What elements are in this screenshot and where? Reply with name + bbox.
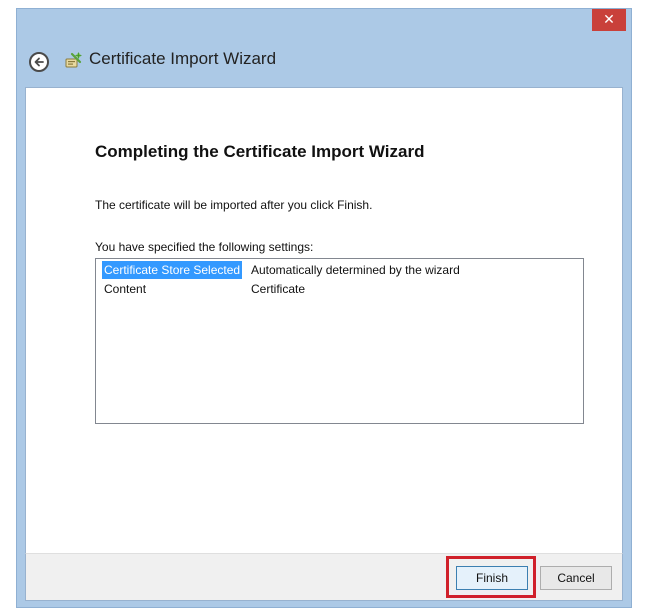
settings-key: Content <box>104 282 147 296</box>
close-button[interactable]: ✕ <box>592 9 626 31</box>
window-title: Certificate Import Wizard <box>89 49 277 68</box>
settings-list[interactable]: Certificate Store Selected Automatically… <box>95 258 584 424</box>
wizard-content: Completing the Certificate Import Wizard… <box>25 87 623 553</box>
certificate-wizard-icon <box>63 51 83 71</box>
settings-row[interactable]: Certificate Store Selected Automatically… <box>102 261 572 279</box>
settings-value: Certificate <box>251 282 306 296</box>
settings-label: You have specified the following setting… <box>95 240 314 254</box>
back-button[interactable] <box>29 52 49 72</box>
back-arrow-icon <box>34 57 44 67</box>
settings-row[interactable]: Content Certificate <box>102 280 572 298</box>
wizard-footer: Finish Cancel <box>25 553 623 601</box>
finish-button[interactable]: Finish <box>456 566 528 590</box>
page-heading: Completing the Certificate Import Wizard <box>95 142 425 161</box>
close-icon: ✕ <box>603 12 615 28</box>
settings-value: Automatically determined by the wizard <box>251 263 460 277</box>
settings-key: Certificate Store Selected <box>102 261 243 279</box>
cancel-button[interactable]: Cancel <box>540 566 612 590</box>
wizard-window: ✕ Certificate Import Wizard Completing t… <box>16 8 632 608</box>
page-description: The certificate will be imported after y… <box>95 198 373 212</box>
